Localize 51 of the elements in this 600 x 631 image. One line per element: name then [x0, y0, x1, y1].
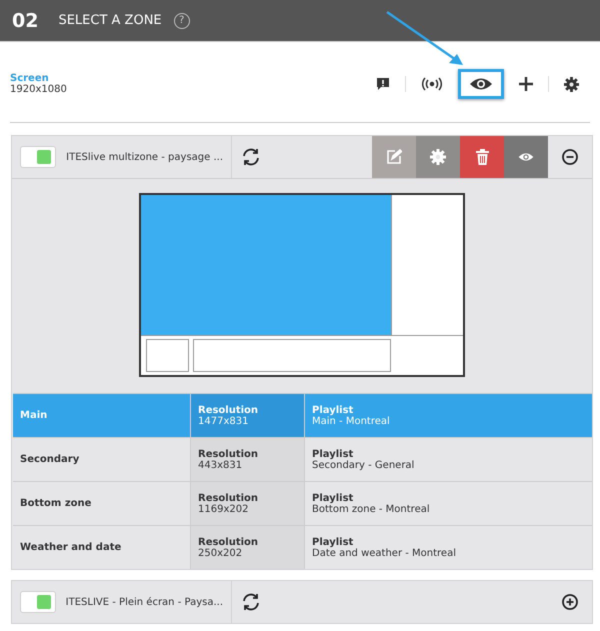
refresh-icon	[241, 593, 261, 611]
zone-row[interactable]: Weather and date Resolution 250x202 Playlist Date and weather - Montreal	[13, 525, 592, 569]
playlist-label: Playlist	[312, 404, 354, 416]
resolution-value: 250x202	[198, 548, 244, 558]
zone-row[interactable]: Secondary Resolution 443x831 Playlist Secondary - General	[13, 437, 592, 481]
resolution-label: Resolution	[198, 492, 260, 504]
settings-icon	[564, 76, 579, 92]
playlist-label: Playlist	[312, 492, 354, 504]
edit-button[interactable]	[372, 136, 416, 178]
step-number: 02	[12, 10, 38, 32]
layout-name: ITESlive multizone - paysage ...	[66, 152, 223, 162]
screen-resolution: 1920x1080	[10, 84, 67, 95]
zone-row[interactable]: Bottom zone Resolution 1169x202 Playlist Bottom zone - Montreal	[13, 481, 592, 525]
toggle-switch[interactable]	[20, 146, 56, 168]
settings-icon	[430, 149, 446, 165]
eye-button[interactable]	[458, 69, 504, 99]
zone-name: Main	[19, 409, 48, 423]
eye-icon	[469, 77, 493, 91]
plus-icon	[519, 77, 533, 91]
resolution-label: Resolution	[198, 404, 260, 416]
layout-name: ITESLIVE - Plein écran - Paysa...	[66, 596, 223, 608]
playlist-value: Date and weather - Montreal	[312, 548, 457, 558]
playlist-label: Playlist	[312, 448, 354, 460]
preview-zone[interactable]	[146, 339, 189, 372]
playlist-value: Bottom zone - Montreal	[312, 504, 431, 514]
toggle-switch[interactable]	[20, 591, 56, 613]
preview-button[interactable]	[504, 136, 548, 178]
resolution-value: 1477x831	[198, 416, 250, 426]
page-title: SELECT A ZONE	[58, 13, 162, 28]
screen-label: Screen	[10, 73, 50, 84]
help-button[interactable]: ?	[174, 12, 190, 28]
broadcast-icon	[421, 77, 443, 91]
alert-icon	[376, 77, 390, 91]
preview-zone[interactable]	[193, 339, 391, 372]
resolution-label: Resolution	[198, 536, 260, 548]
delete-button[interactable]	[460, 136, 504, 178]
zone-name: Secondary	[19, 453, 80, 467]
plus-circle-icon	[562, 594, 578, 610]
resolution-value: 443x831	[198, 460, 244, 470]
minus-circle-icon	[562, 149, 578, 165]
zone-name: Bottom zone	[19, 497, 92, 511]
refresh-icon	[241, 148, 261, 166]
trash-icon	[476, 149, 488, 165]
eye-icon	[518, 152, 534, 162]
zone-name: Weather and date	[19, 541, 122, 555]
playlist-value: Main - Montreal	[312, 416, 391, 426]
playlist-label: Playlist	[312, 536, 354, 548]
edit-icon	[386, 149, 402, 165]
playlist-value: Secondary - General	[312, 460, 416, 470]
resolution-value: 1169x202	[198, 504, 250, 514]
resolution-label: Resolution	[198, 448, 260, 460]
